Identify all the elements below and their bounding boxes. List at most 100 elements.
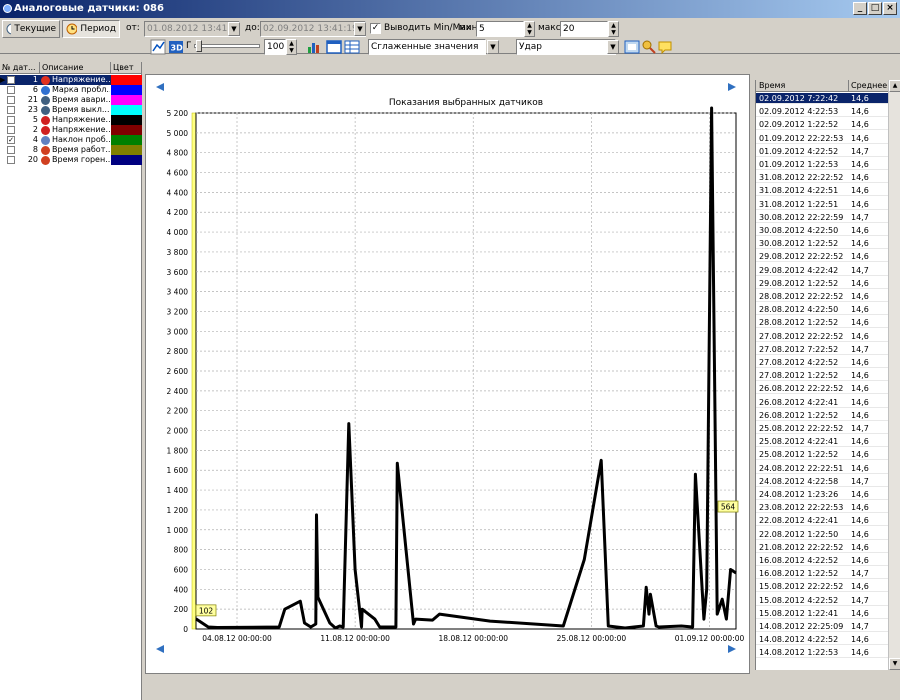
reading-row[interactable]: 30.08.2012 4:22:50 14,6 — [756, 225, 888, 236]
comment-icon[interactable] — [657, 39, 673, 55]
sensor-row[interactable]: 8 Время работ... — [0, 145, 142, 155]
nav-left-icon[interactable] — [156, 83, 164, 91]
reading-row[interactable]: 25.08.2012 22:22:52 14,7 — [756, 423, 888, 434]
close-button[interactable]: × — [883, 2, 897, 15]
smoothing-select[interactable]: Сглаженные значения — [368, 39, 486, 55]
chart-bars-icon[interactable] — [306, 39, 322, 55]
min-field[interactable]: 5 — [476, 21, 524, 37]
series-line[interactable] — [195, 106, 737, 630]
reading-row[interactable]: 22.08.2012 1:22:50 14,6 — [756, 529, 888, 540]
sensor-color-swatch[interactable] — [111, 75, 142, 85]
reading-row[interactable]: 27.08.2012 4:22:52 14,6 — [756, 357, 888, 368]
reading-row[interactable]: 24.08.2012 1:23:26 14,6 — [756, 489, 888, 500]
reading-row[interactable]: 16.08.2012 1:22:52 14,7 — [756, 568, 888, 580]
sensor-checkbox[interactable] — [7, 106, 15, 114]
reading-row[interactable]: 01.09.2012 1:22:53 14,6 — [756, 159, 888, 170]
reading-row[interactable]: 22.08.2012 4:22:41 14,6 — [756, 515, 888, 527]
header-avg[interactable]: Среднее — [848, 80, 887, 91]
nav-right-bottom-icon[interactable] — [728, 645, 736, 653]
export-icon[interactable] — [624, 39, 640, 55]
reading-row[interactable]: 28.08.2012 22:22:52 14,6 — [756, 291, 888, 302]
reading-row[interactable]: 14.08.2012 4:22:52 14,6 — [756, 634, 888, 646]
scroll-up-button[interactable]: ▲ — [889, 80, 900, 92]
3d-view-icon[interactable]: 3D — [168, 39, 184, 55]
sensor-color-swatch[interactable] — [111, 145, 142, 155]
sensor-row[interactable]: 21 Время авари... — [0, 95, 142, 105]
sensor-row[interactable]: 5 Напряжение... — [0, 115, 142, 125]
reading-row[interactable]: 01.09.2012 22:22:53 14,6 — [756, 133, 888, 144]
reading-row[interactable]: 02.09.2012 7:22:42 14,6 — [756, 93, 888, 104]
sensor-row[interactable]: 2 Напряжение... — [0, 125, 142, 135]
reading-row[interactable]: 25.08.2012 1:22:52 14,6 — [756, 449, 888, 461]
zoom-slider-thumb[interactable] — [196, 40, 202, 52]
to-dropdown-button[interactable]: ▼ — [354, 22, 366, 36]
zoom-field[interactable]: 100 — [264, 39, 286, 55]
sensor-color-swatch[interactable] — [111, 105, 142, 115]
window-icon[interactable] — [326, 39, 342, 55]
sensor-checkbox[interactable]: ✓ — [7, 136, 15, 144]
user-key-icon[interactable] — [641, 39, 657, 55]
reading-row[interactable]: 16.08.2012 4:22:52 14,6 — [756, 555, 888, 566]
sensor-checkbox[interactable] — [7, 116, 15, 124]
sensor-checkbox[interactable] — [7, 96, 15, 104]
zoom-spinner[interactable]: ▲ ▼ — [286, 39, 297, 55]
sensor-color-swatch[interactable] — [111, 115, 142, 125]
smoothing-dropdown-button[interactable]: ▼ — [487, 40, 499, 54]
sensor-color-swatch[interactable] — [111, 125, 142, 135]
reading-row[interactable]: 26.08.2012 4:22:41 14,6 — [756, 397, 888, 408]
table-icon[interactable] — [344, 39, 360, 55]
reading-row[interactable]: 31.08.2012 22:22:52 14,6 — [756, 172, 888, 184]
min-spinner[interactable]: ▲ ▼ — [524, 21, 535, 37]
sensor-checkbox[interactable] — [7, 126, 15, 134]
header-color[interactable]: Цвет — [111, 62, 142, 73]
reading-row[interactable]: 02.09.2012 1:22:52 14,6 — [756, 119, 888, 131]
readings-scrollbar[interactable]: ▲ ▼ — [888, 80, 900, 670]
sensor-row[interactable]: 23 Время выкл... — [0, 105, 142, 115]
reading-row[interactable]: 15.08.2012 4:22:52 14,7 — [756, 595, 888, 606]
reading-row[interactable]: 31.08.2012 4:22:51 14,6 — [756, 185, 888, 197]
current-button[interactable]: Текущие — [2, 20, 60, 38]
nav-right-icon[interactable] — [728, 83, 736, 91]
chart-line-icon[interactable] — [150, 39, 166, 55]
sensor-checkbox[interactable] — [7, 146, 15, 154]
event-dropdown-button[interactable]: ▼ — [607, 40, 619, 54]
sensor-checkbox[interactable] — [7, 156, 15, 164]
sensor-color-swatch[interactable] — [111, 155, 142, 165]
reading-row[interactable]: 27.08.2012 1:22:52 14,6 — [756, 370, 888, 382]
sensor-row[interactable]: ✓ 4 Наклон проб... — [0, 135, 142, 145]
event-select[interactable]: Удар — [516, 39, 616, 55]
minimize-button[interactable]: _ — [853, 2, 867, 15]
reading-row[interactable]: 27.08.2012 22:22:52 14,6 — [756, 331, 888, 342]
sensor-color-swatch[interactable] — [111, 95, 142, 105]
reading-row[interactable]: 21.08.2012 22:22:52 14,6 — [756, 542, 888, 553]
from-date-field[interactable]: 01.08.2012 13:41:19 — [144, 21, 240, 37]
max-field[interactable]: 20 — [560, 21, 608, 37]
minmax-checkbox[interactable]: ✓ — [370, 23, 381, 34]
reading-row[interactable]: 26.08.2012 22:22:52 14,6 — [756, 383, 888, 395]
sensor-row[interactable]: 20 Время горен... — [0, 155, 142, 165]
reading-row[interactable]: 27.08.2012 7:22:52 14,7 — [756, 344, 888, 355]
reading-row[interactable]: 26.08.2012 1:22:52 14,6 — [756, 410, 888, 421]
sensor-chart[interactable]: Показания выбранных датчиков 5 200 5 000 4 … — [146, 75, 751, 675]
sensor-color-swatch[interactable] — [111, 85, 142, 95]
reading-row[interactable]: 29.08.2012 4:22:42 14,7 — [756, 265, 888, 276]
reading-row[interactable]: 14.08.2012 1:22:53 14,6 — [756, 647, 888, 659]
reading-row[interactable]: 15.08.2012 22:22:52 14,6 — [756, 581, 888, 593]
scroll-down-button[interactable]: ▼ — [889, 658, 900, 670]
reading-row[interactable]: 28.08.2012 1:22:52 14,6 — [756, 317, 888, 329]
reading-row[interactable]: 31.08.2012 1:22:51 14,6 — [756, 199, 888, 210]
reading-row[interactable]: 15.08.2012 1:22:41 14,6 — [756, 608, 888, 619]
header-time[interactable]: Время — [759, 80, 785, 91]
from-dropdown-button[interactable]: ▼ — [228, 22, 240, 36]
header-num[interactable]: № дат... — [0, 62, 40, 73]
maximize-button[interactable]: □ — [868, 2, 882, 15]
reading-row[interactable]: 25.08.2012 4:22:41 14,6 — [756, 436, 888, 448]
reading-row[interactable]: 30.08.2012 22:22:59 14,7 — [756, 212, 888, 223]
reading-row[interactable]: 24.08.2012 4:22:58 14,7 — [756, 476, 888, 487]
reading-row[interactable]: 29.08.2012 1:22:52 14,6 — [756, 278, 888, 289]
header-desc[interactable]: Описание — [40, 62, 111, 73]
reading-row[interactable]: 29.08.2012 22:22:52 14,6 — [756, 251, 888, 263]
reading-row[interactable]: 28.08.2012 4:22:50 14,6 — [756, 304, 888, 316]
period-button[interactable]: Период — [62, 20, 120, 38]
to-date-field[interactable]: 02.09.2012 13:41:19 — [260, 21, 366, 37]
